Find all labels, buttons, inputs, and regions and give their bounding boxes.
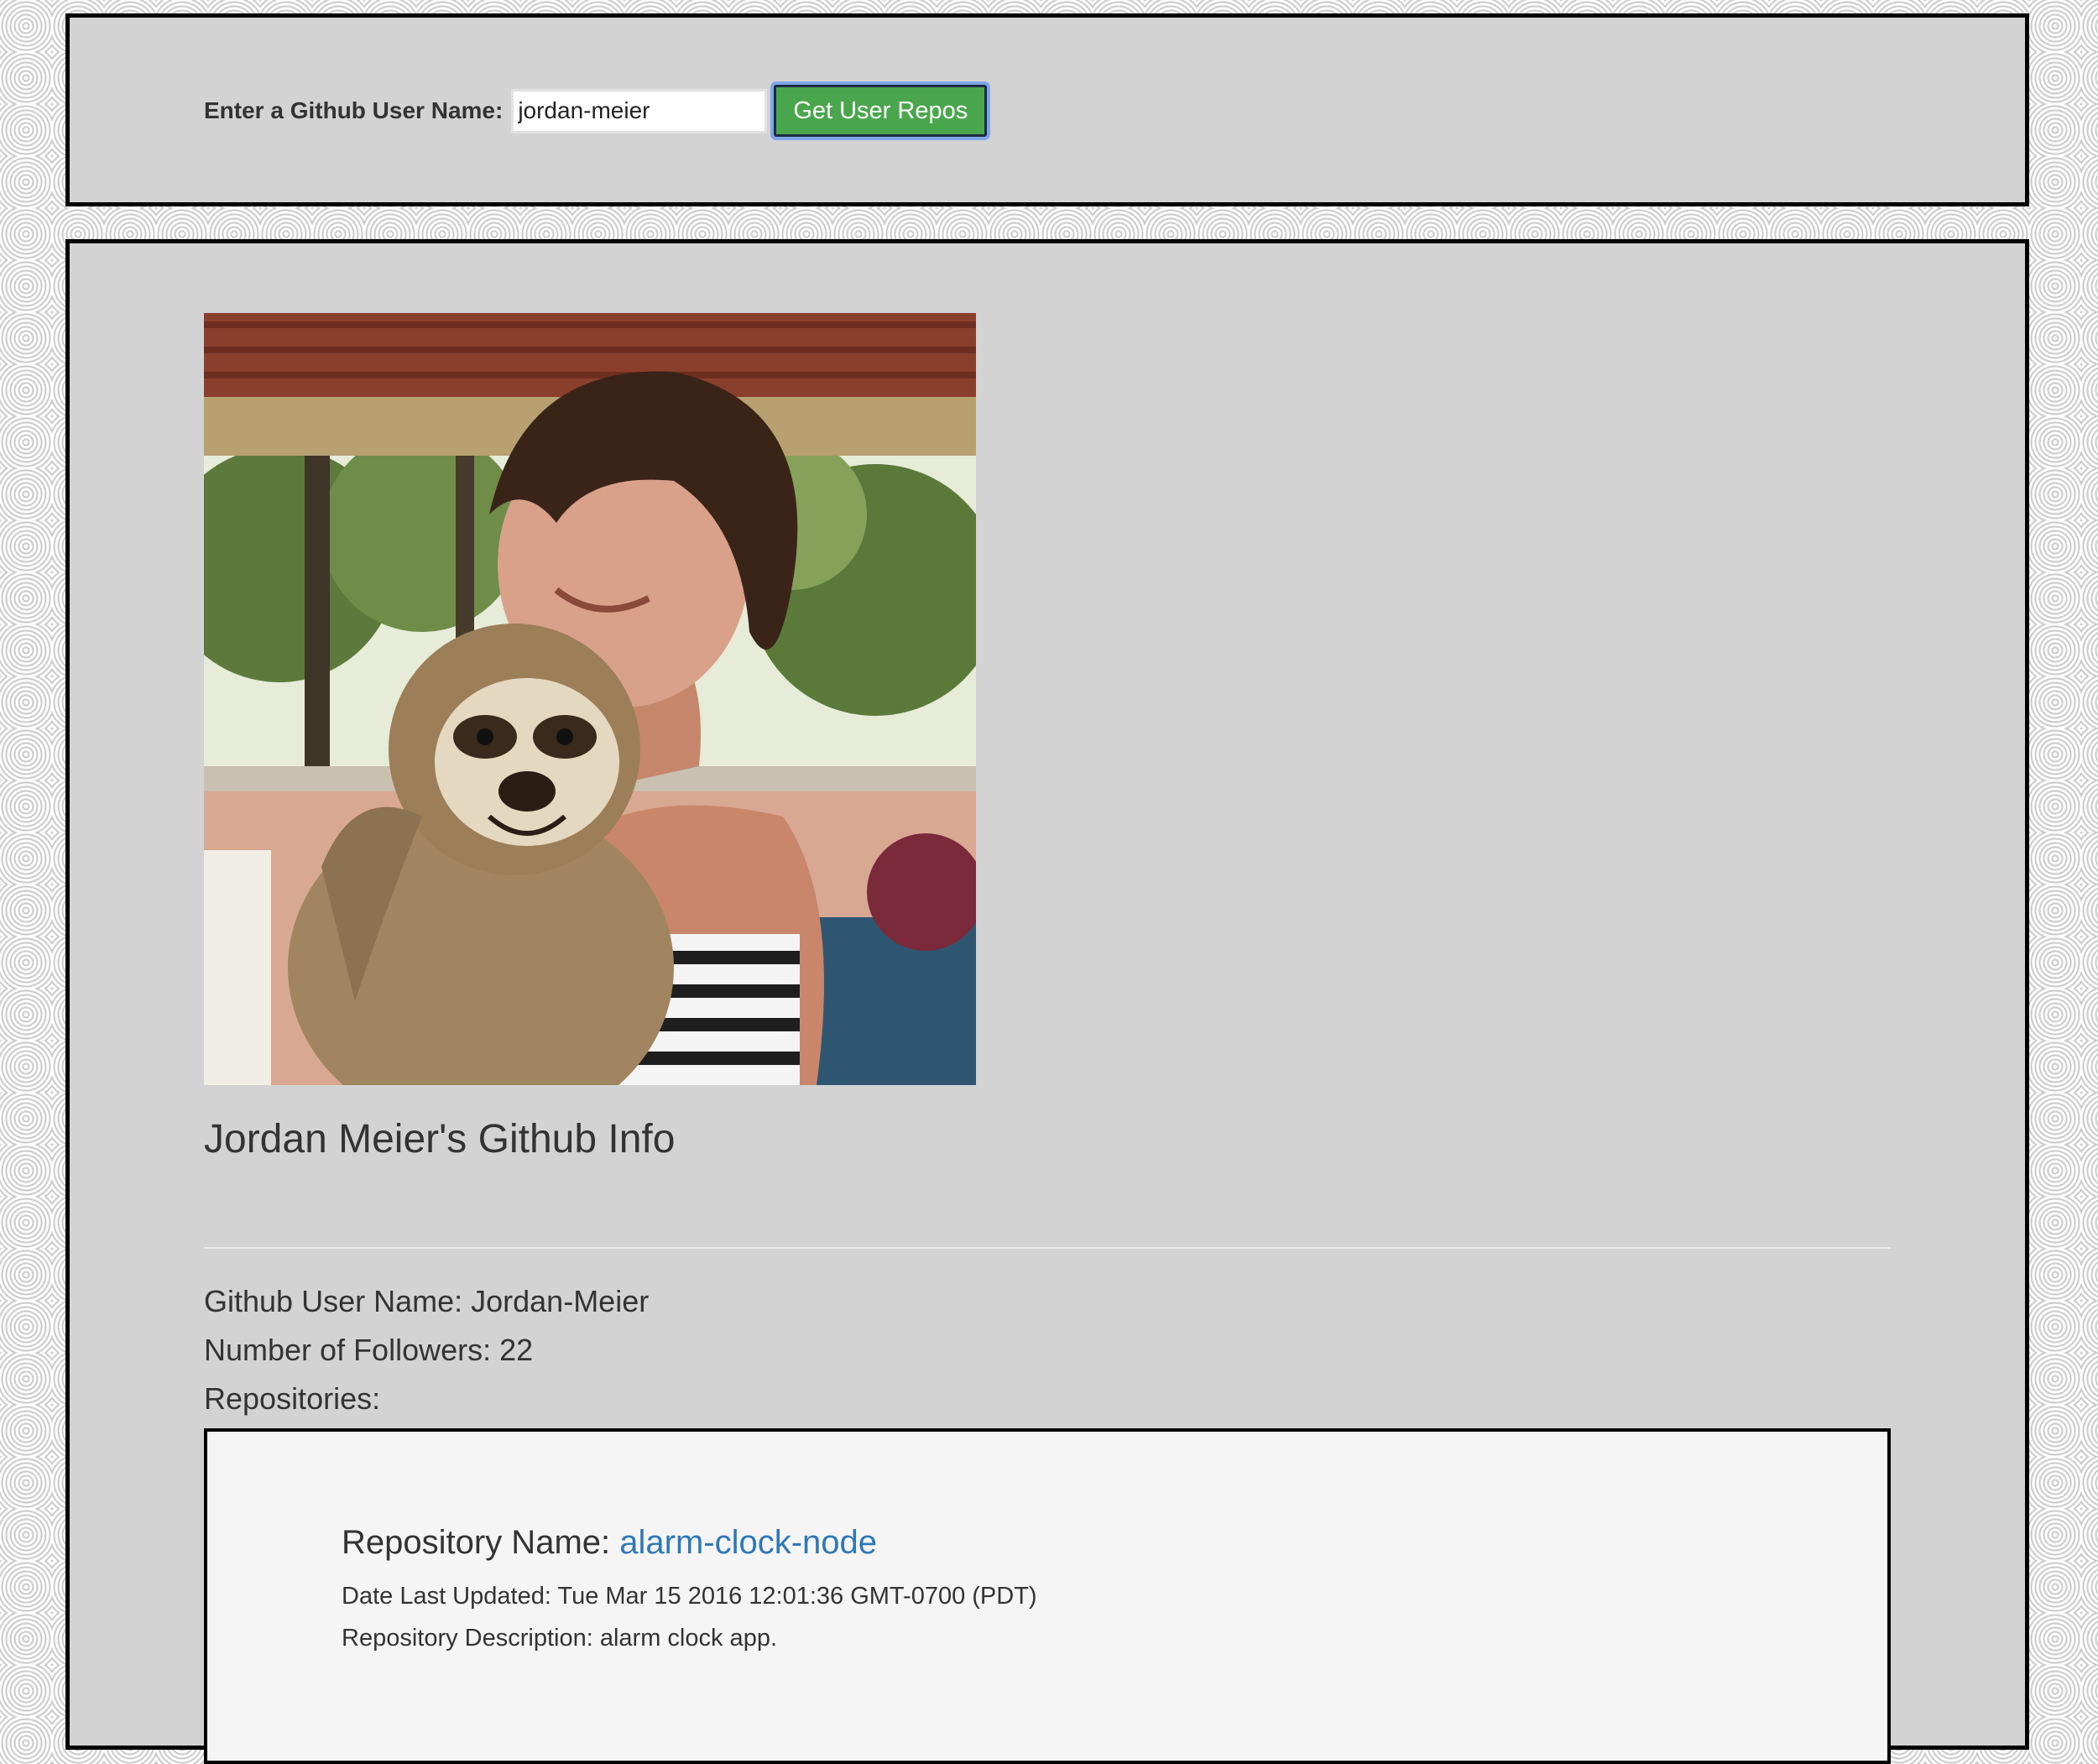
get-user-repos-button[interactable]: Get User Repos xyxy=(774,85,988,137)
repository-updated: Date Last Updated: Tue Mar 15 2016 12:01… xyxy=(342,1583,1037,1610)
username-label: Enter a Github User Name: xyxy=(204,97,504,123)
username-input[interactable] xyxy=(511,88,768,133)
repository-updated-label: Date Last Updated: xyxy=(342,1583,551,1610)
username-info: Github User Name: Jordan-Meier xyxy=(204,1284,649,1319)
repository-description-value: alarm clock app. xyxy=(599,1625,778,1652)
repository-name-line: Repository Name: alarm-clock-node xyxy=(342,1524,877,1562)
user-info-panel: Jordan Meier's Github Info Github User N… xyxy=(65,239,2029,1764)
repository-description-label: Repository Description: xyxy=(342,1625,593,1652)
followers-info: Number of Followers: 22 xyxy=(204,1333,533,1368)
repository-link[interactable]: alarm-clock-node xyxy=(619,1524,877,1561)
user-avatar xyxy=(204,313,976,1085)
divider xyxy=(204,1247,1891,1249)
repositories-label: Repositories: xyxy=(204,1381,381,1416)
repository-updated-value: Tue Mar 15 2016 12:01:36 GMT-0700 (PDT) xyxy=(557,1583,1037,1610)
repository-description: Repository Description: alarm clock app. xyxy=(342,1625,777,1652)
username-info-label: Github User Name: xyxy=(204,1284,463,1318)
username-info-value: Jordan-Meier xyxy=(471,1284,650,1318)
repository-card: Repository Name: alarm-clock-node Date L… xyxy=(204,1428,1891,1764)
search-panel: Enter a Github User Name: Get User Repos xyxy=(65,13,2029,206)
user-info-heading: Jordan Meier's Github Info xyxy=(204,1117,676,1161)
search-form: Enter a Github User Name: Get User Repos xyxy=(204,85,988,137)
avatar-photo-icon xyxy=(204,313,976,1085)
followers-label: Number of Followers: xyxy=(204,1333,492,1367)
repository-name-label: Repository Name: xyxy=(342,1524,611,1561)
followers-count: 22 xyxy=(499,1333,534,1367)
